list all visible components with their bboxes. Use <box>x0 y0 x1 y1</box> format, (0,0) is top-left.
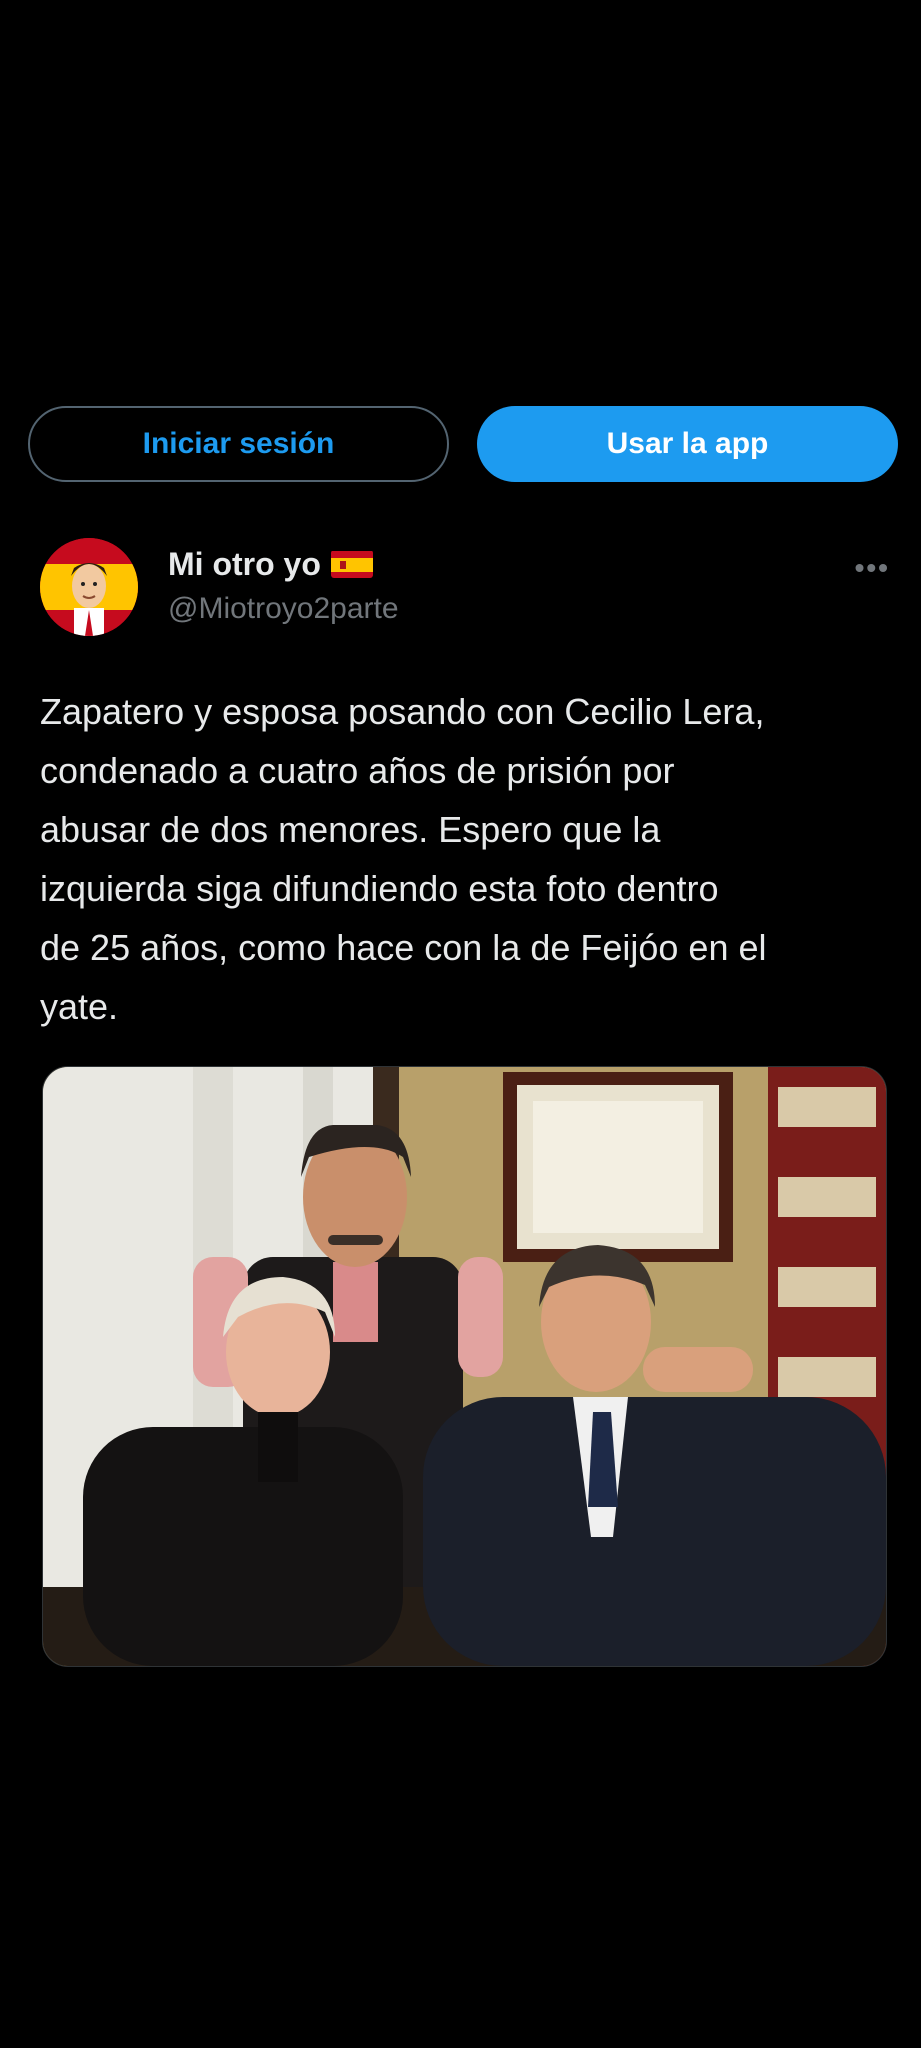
more-options-icon[interactable]: ••• <box>855 552 890 584</box>
display-name[interactable]: Mi otro yo <box>168 538 399 590</box>
name-block: Mi otro yo @Miotroyo2parte <box>168 538 399 626</box>
tweet-text: Zapatero y esposa posando con Cecilio Le… <box>40 691 767 1027</box>
user-handle[interactable]: @Miotroyo2parte <box>168 592 399 626</box>
avatar[interactable] <box>40 538 138 636</box>
login-button[interactable]: Iniciar sesión <box>28 406 449 482</box>
use-app-button[interactable]: Usar la app <box>477 406 898 482</box>
spain-flag-icon <box>330 550 373 578</box>
auth-buttons: Iniciar sesión Usar la app <box>28 406 898 484</box>
tweet-photo[interactable] <box>42 1066 887 1667</box>
tweet-header: Mi otro yo @Miotroyo2parte ••• <box>40 538 890 638</box>
photo-image <box>43 1067 886 1666</box>
tweet-page: Iniciar sesión Usar la app Mi otro yo @M… <box>0 0 921 2048</box>
display-name-text[interactable]: Mi otro yo <box>168 546 321 583</box>
